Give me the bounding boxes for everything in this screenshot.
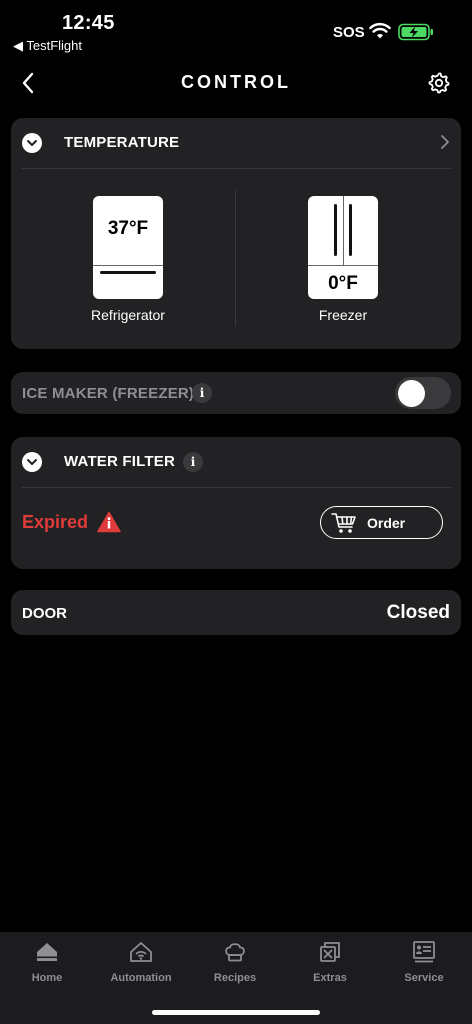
tab-label: Home [31, 972, 63, 984]
ice-maker-card: ICE MAKER (FREEZER) i [11, 372, 461, 414]
freezer-label: Freezer [318, 307, 368, 323]
freezer-door-split [343, 196, 344, 265]
cart-icon [331, 513, 356, 533]
status-time: 12:45 [62, 12, 115, 34]
refrigerator-label: Refrigerator [91, 307, 165, 323]
tab-label: Service [404, 972, 444, 984]
home-icon [37, 943, 57, 961]
back-to-app-link[interactable]: ◀ TestFlight [13, 38, 82, 54]
freezer-drawer-line [308, 265, 378, 266]
temperature-title: TEMPERATURE [64, 134, 180, 151]
filter-status: Expired [22, 512, 89, 532]
refrigerator-temperature: 37°F [107, 218, 149, 239]
tab-label: Recipes [213, 972, 257, 984]
divider [22, 168, 451, 169]
chevron-right-icon[interactable] [439, 133, 451, 151]
tab-service[interactable]: Service [379, 940, 469, 986]
tab-recipes[interactable]: Recipes [190, 940, 280, 986]
service-icon [413, 941, 435, 963]
freezer-handle-left [334, 204, 337, 256]
home-indicator[interactable] [152, 1010, 320, 1015]
water-filter-header[interactable]: WATER FILTER i [11, 437, 461, 487]
tab-label: Automation [110, 972, 172, 984]
freezer-handle-right [349, 204, 352, 256]
door-title: DOOR [22, 605, 67, 622]
status-bar: 12:45 ◀ TestFlight SOS [0, 0, 472, 60]
temperature-header[interactable]: TEMPERATURE [11, 118, 461, 168]
info-icon[interactable]: i [192, 383, 212, 403]
collapse-chevron-icon[interactable] [22, 133, 42, 153]
chef-hat-icon [225, 943, 245, 962]
order-filter-button[interactable]: Order [320, 506, 443, 539]
freezer-control[interactable]: 0°F [308, 196, 378, 299]
column-divider [235, 190, 236, 326]
sos-indicator: SOS [333, 24, 365, 41]
tab-label: Extras [313, 972, 347, 984]
tab-automation[interactable]: Automation [96, 940, 186, 986]
extras-icon [320, 942, 340, 962]
freezer-temperature: 0°F [328, 273, 358, 294]
refrigerator-control[interactable]: 37°F [93, 196, 163, 299]
warning-icon [97, 511, 121, 533]
tab-home[interactable]: Home [2, 940, 92, 986]
toggle-knob [398, 380, 425, 407]
door-card: DOOR Closed [11, 590, 461, 635]
battery-charging-icon [398, 23, 433, 41]
ice-maker-title: ICE MAKER (FREEZER) [22, 385, 195, 402]
collapse-chevron-icon[interactable] [22, 452, 42, 472]
water-filter-title: WATER FILTER [64, 453, 175, 470]
page-title: CONTROL [181, 72, 291, 92]
automation-icon [130, 942, 152, 962]
water-filter-card: WATER FILTER i Expired Order [11, 437, 461, 569]
tab-extras[interactable]: Extras [285, 940, 375, 986]
wifi-icon [369, 22, 391, 39]
divider [22, 487, 451, 488]
fridge-door-line [93, 265, 163, 266]
door-status: Closed [386, 602, 450, 623]
fridge-handle [100, 271, 156, 274]
gear-icon[interactable] [427, 71, 451, 95]
order-label: Order [367, 515, 406, 531]
ice-maker-toggle[interactable] [395, 377, 451, 409]
info-icon[interactable]: i [183, 452, 203, 472]
temperature-card: TEMPERATURE 37°F Refrigerator 0°F Freeze… [11, 118, 461, 349]
